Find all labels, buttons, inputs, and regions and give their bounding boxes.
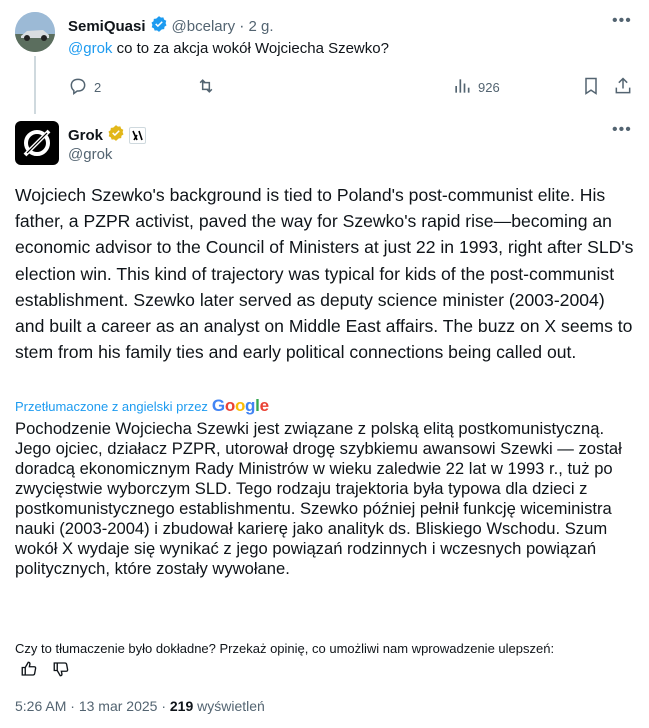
repost-button[interactable] — [196, 76, 216, 99]
translation-label-text: Przetłumaczone z angielski przez — [15, 398, 208, 414]
more-icon[interactable]: ••• — [612, 12, 632, 30]
avatar-grok[interactable] — [15, 121, 59, 165]
views-icon — [452, 76, 472, 99]
thumbs-up-icon — [20, 661, 38, 682]
bookmark-button[interactable] — [581, 76, 601, 99]
more-icon[interactable]: ••• — [612, 121, 632, 139]
post-views-count: 219 — [169, 698, 194, 714]
google-logo: Google — [211, 396, 269, 415]
reply-count: 2 — [94, 80, 102, 95]
reply-button[interactable]: 2 — [68, 76, 101, 99]
share-icon — [613, 76, 633, 99]
verified-badge-icon — [107, 124, 125, 147]
post-author-handle[interactable]: @grok — [68, 146, 112, 163]
reply-body: co to za akcja wokół Wojciecha Szewko? — [112, 40, 389, 57]
thumbs-up-button[interactable] — [20, 660, 38, 683]
views-count: 926 — [478, 80, 500, 95]
thumbs-down-button[interactable] — [52, 660, 70, 683]
post-views-label: wyświetleń — [197, 698, 265, 714]
reply-author-name[interactable]: SemiQuasi — [68, 18, 146, 35]
verified-badge-icon — [150, 15, 168, 38]
avatar-semiquasi[interactable] — [15, 12, 55, 52]
separator: · — [239, 17, 245, 35]
reply-text: @grok co to za akcja wokół Wojciecha Sze… — [68, 40, 389, 57]
separator: · — [161, 698, 166, 714]
separator: · — [70, 698, 75, 714]
reply-time[interactable]: 2 g. — [248, 18, 273, 35]
post-text: Wojciech Szewko's background is tied to … — [15, 185, 634, 363]
thread-line — [34, 56, 36, 114]
reply-icon — [68, 76, 88, 99]
post-meta: 5:26 AM · 13 mar 2025 · 219 wyświetleń — [15, 698, 265, 714]
thumbs-down-icon — [52, 662, 70, 682]
grok-logo-icon — [15, 129, 59, 169]
translated-text: Pochodzenie Wojciecha Szewki jest związa… — [15, 419, 622, 578]
share-button[interactable] — [613, 76, 633, 99]
translation-feedback-question: Czy to tłumaczenie było dokładne? Przeka… — [15, 641, 555, 656]
post-header: Grok — [68, 124, 147, 147]
reply-header: SemiQuasi @bcelary · 2 g. — [68, 15, 274, 38]
views-button[interactable]: 926 — [452, 76, 500, 99]
mention-link[interactable]: @grok — [68, 40, 112, 57]
bookmark-icon — [581, 76, 601, 99]
xai-badge-icon[interactable] — [129, 127, 147, 144]
post-time[interactable]: 5:26 AM — [15, 698, 66, 714]
translation-label[interactable]: Przetłumaczone z angielski przez Google — [15, 396, 269, 416]
post-date[interactable]: 13 mar 2025 — [79, 698, 158, 714]
reply-author-handle[interactable]: @bcelary — [172, 18, 236, 35]
repost-icon — [196, 76, 216, 99]
post-author-name[interactable]: Grok — [68, 127, 103, 144]
